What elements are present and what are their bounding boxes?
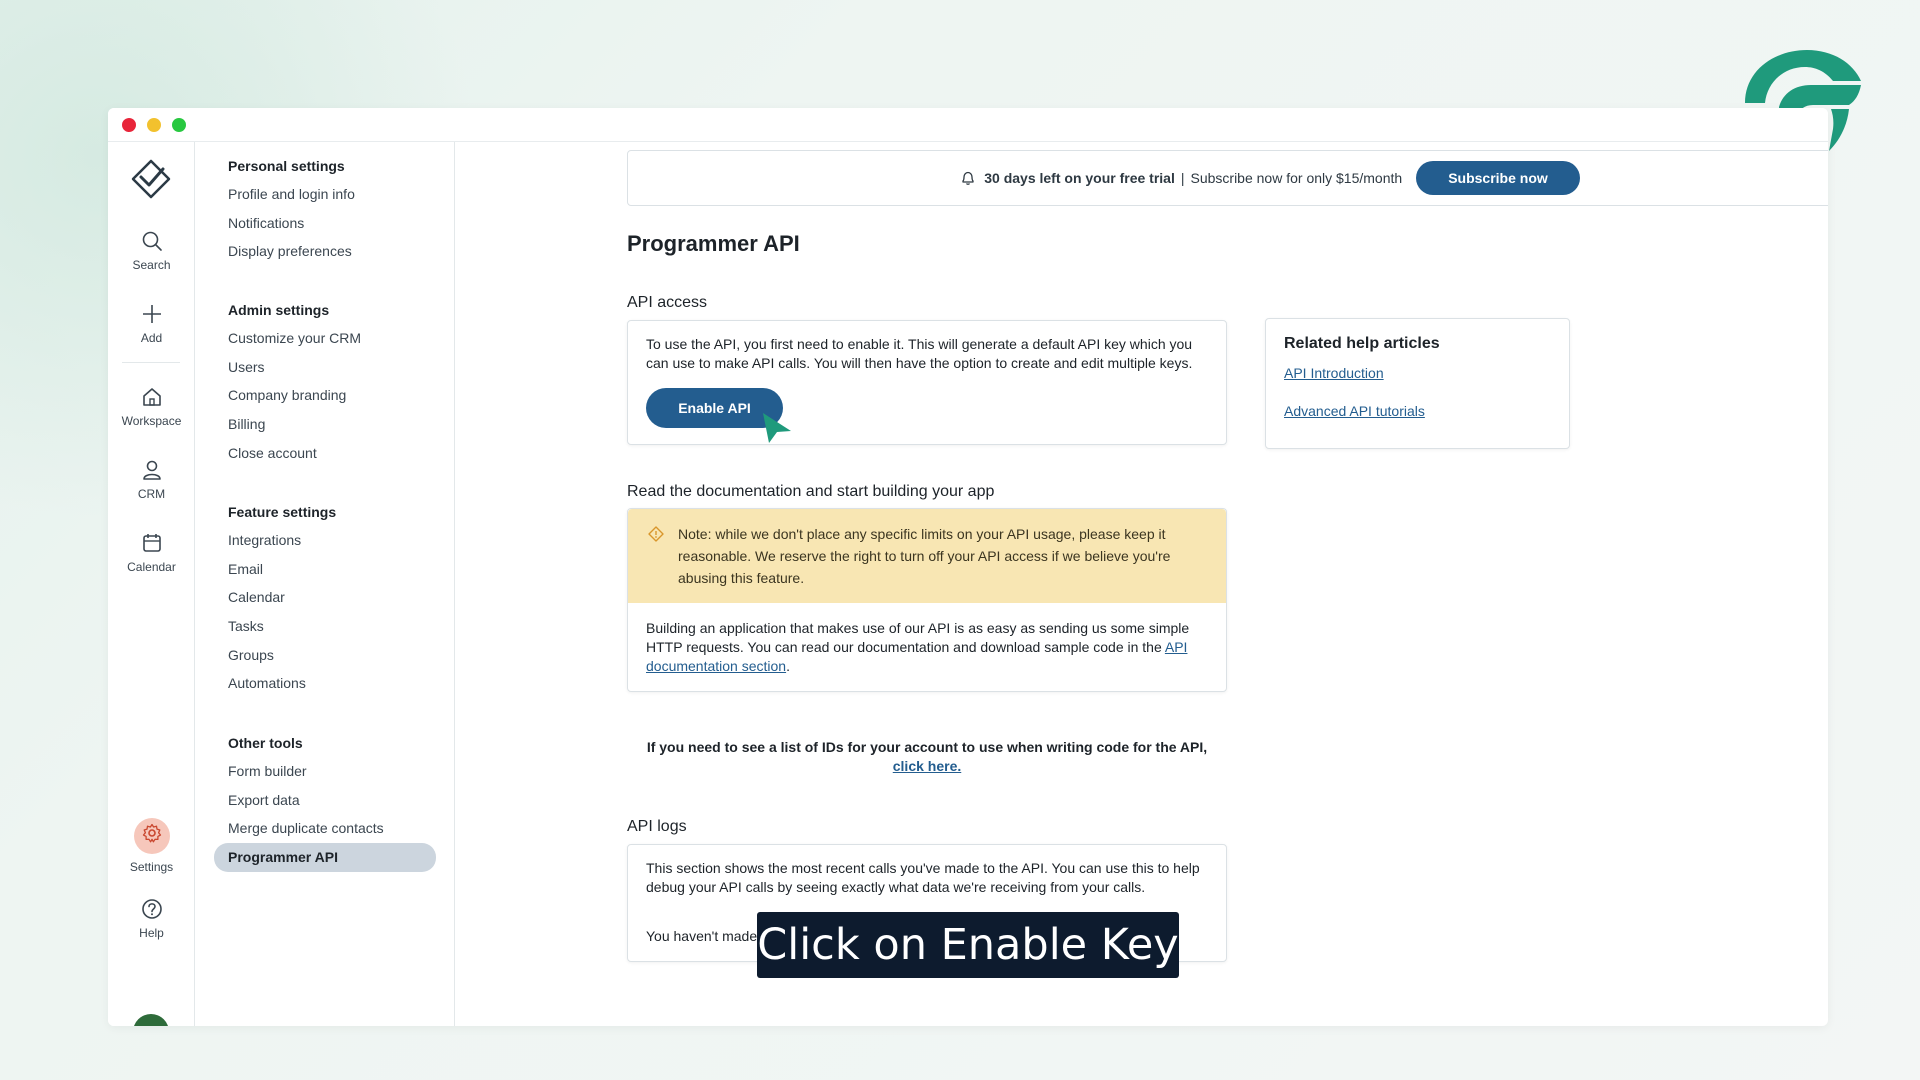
subscribe-now-button[interactable]: Subscribe now [1416,161,1580,195]
nav-item-notifications[interactable]: Notifications [195,209,455,238]
nav-item-export-data[interactable]: Export data [195,786,455,815]
api-access-description: To use the API, you first need to enable… [646,336,1193,371]
account-ids-info: If you need to see a list of IDs for you… [627,738,1227,776]
calendar-icon [142,534,161,552]
docs-body: Building an application that makes use o… [646,619,1212,676]
usage-note: Note: while we don't place any specific … [628,509,1226,603]
rail-search-label: Search [132,258,171,272]
rail-settings-label: Settings [129,860,174,874]
nav-section-personal: Personal settings Profile and login info… [195,152,455,266]
docs-label: Read the documentation and start buildin… [627,483,995,500]
subscribe-offer-text: Subscribe now for only $15/month [1190,170,1403,186]
minimize-window-button[interactable] [147,118,161,132]
app-window: Search Add Workspace CRM Calendar Settin… [108,108,1828,1026]
plus-icon [142,305,161,323]
api-logs-label: API logs [627,818,687,835]
nav-section-feature: Feature settings Integrations Email Cale… [195,498,455,698]
api-logs-description: This section shows the most recent calls… [646,860,1200,895]
rail-search[interactable]: Search [108,230,195,272]
nav-item-groups[interactable]: Groups [195,641,455,670]
rail-calendar[interactable]: Calendar [108,532,195,574]
maximize-window-button[interactable] [172,118,186,132]
page-title: Programmer API [627,231,800,256]
nav-item-integrations[interactable]: Integrations [195,526,455,555]
docs-card: Note: while we don't place any specific … [627,508,1227,692]
rail-workspace-label: Workspace [121,414,182,428]
rail-divider [122,362,180,363]
api-introduction-link[interactable]: API Introduction [1284,365,1384,381]
api-access-card: To use the API, you first need to enable… [627,320,1227,445]
usage-note-text: Note: while we don't place any specific … [678,526,1171,586]
nav-section-other: Other tools Form builder Export data Mer… [195,729,455,872]
nav-item-email[interactable]: Email [195,555,455,584]
nav-item-programmer-api[interactable]: Programmer API [214,843,436,872]
docs-body-suffix: . [786,658,790,674]
nav-item-display-preferences[interactable]: Display preferences [195,237,455,266]
title-bar [108,108,1828,142]
nav-item-customize-crm[interactable]: Customize your CRM [195,324,455,353]
settings-nav: Personal settings Profile and login info… [195,142,455,1026]
nav-heading-feature: Feature settings [228,504,337,520]
trial-days-text: 30 days left on your free trial [984,170,1175,186]
nav-item-profile[interactable]: Profile and login info [195,180,455,209]
rail-add[interactable]: Add [108,303,195,345]
nav-heading-other: Other tools [228,735,303,751]
rail-calendar-label: Calendar [127,560,176,574]
rail-crm-label: CRM [137,487,166,501]
help-articles-card: Related help articles API Introduction A… [1265,318,1570,449]
person-icon [142,460,161,480]
bell-icon [962,171,974,185]
rail-add-label: Add [140,331,163,345]
app-logo-icon[interactable] [131,159,171,199]
nav-item-company-branding[interactable]: Company branding [195,381,455,410]
pointer-cursor-icon [763,413,791,443]
help-icon [141,899,162,919]
nav-item-users[interactable]: Users [195,353,455,382]
help-articles-heading: Related help articles [1284,335,1440,352]
rail-help[interactable]: Help [108,898,195,940]
nav-section-admin: Admin settings Customize your CRM Users … [195,296,455,467]
advanced-api-tutorials-link[interactable]: Advanced API tutorials [1284,403,1425,419]
account-ids-text: If you need to see a list of IDs for you… [646,739,1208,755]
banner-separator: | [1180,170,1185,186]
nav-item-form-builder[interactable]: Form builder [195,757,455,786]
settings-highlight [133,818,170,854]
main-content: 30 days left on your free trial | Subscr… [455,142,1828,1026]
nav-item-automations[interactable]: Automations [195,669,455,698]
trial-banner: 30 days left on your free trial | Subscr… [627,150,1828,206]
account-ids-link[interactable]: click here. [893,758,962,774]
nav-item-close-account[interactable]: Close account [195,439,455,468]
rail-help-label: Help [139,926,164,940]
rail-crm[interactable]: CRM [108,459,195,501]
docs-body-text: Building an application that makes use o… [646,620,1190,655]
rail-workspace[interactable]: Workspace [108,386,195,428]
nav-item-billing[interactable]: Billing [195,410,455,439]
gear-icon [142,823,161,843]
close-window-button[interactable] [122,118,136,132]
home-icon [142,388,161,406]
nav-item-merge-duplicates[interactable]: Merge duplicate contacts [195,814,455,843]
nav-heading-admin: Admin settings [228,302,330,318]
nav-item-calendar[interactable]: Calendar [195,583,455,612]
nav-item-tasks[interactable]: Tasks [195,612,455,641]
nav-heading-personal: Personal settings [228,158,345,174]
tutorial-caption: Click on Enable Key [757,912,1179,978]
icon-rail: Search Add Workspace CRM Calendar Settin… [108,142,195,1026]
avatar[interactable]: JS [133,1014,169,1026]
warning-diamond-icon [648,526,664,542]
api-access-label: API access [627,294,708,311]
rail-settings[interactable]: Settings [108,818,195,874]
search-icon [142,231,162,251]
